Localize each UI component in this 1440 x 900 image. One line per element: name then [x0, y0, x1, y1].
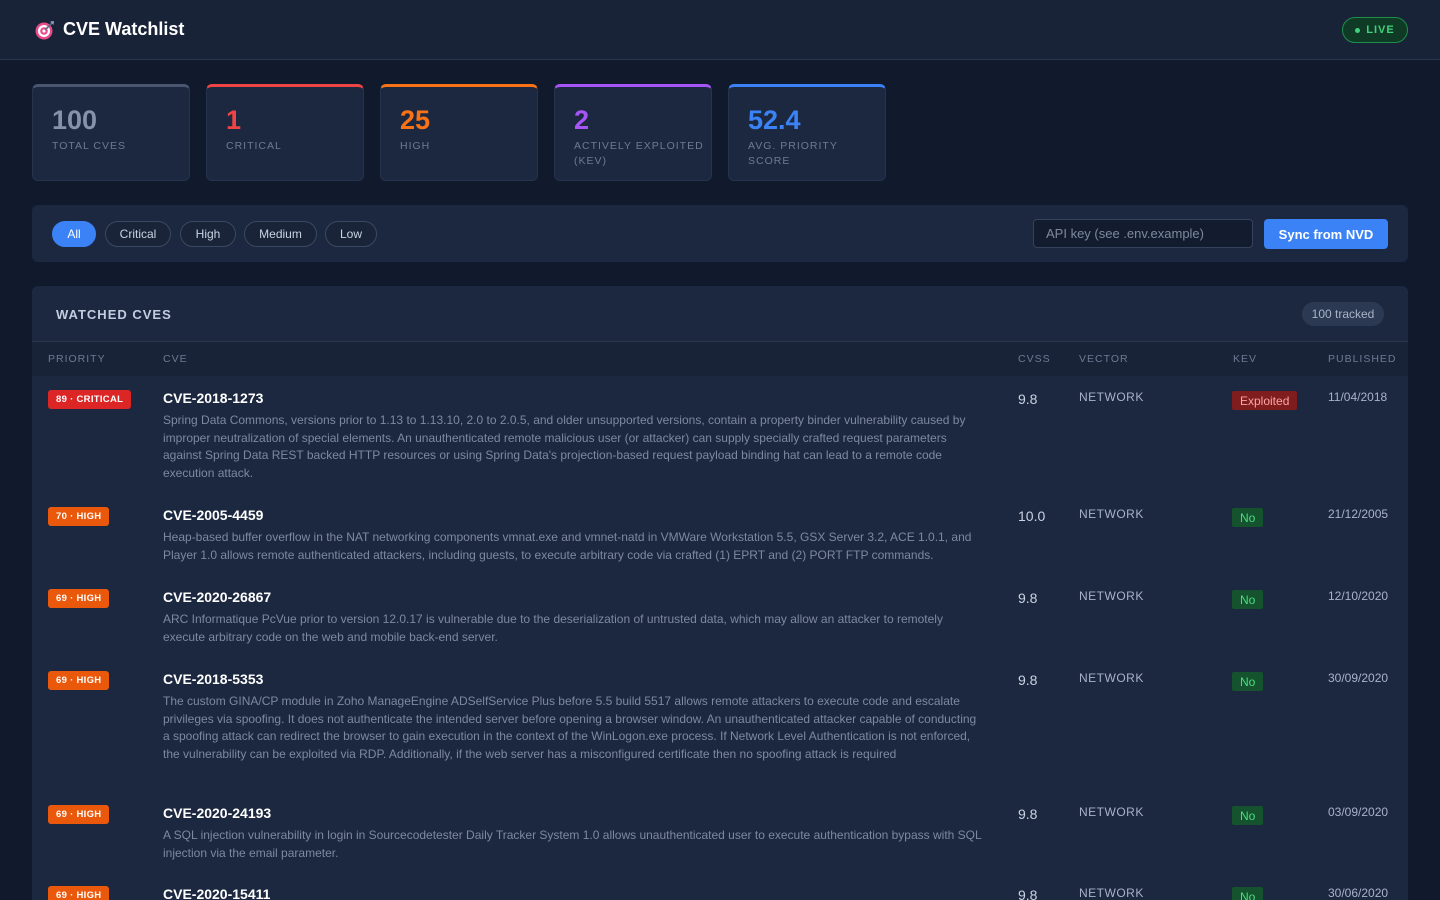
tracked-count-badge: 100 tracked — [1302, 302, 1384, 326]
priority-badge: 69 · HIGH — [48, 671, 110, 690]
cve-description: Spring Data Commons, versions prior to 1… — [163, 413, 966, 480]
kev-status-badge: No — [1232, 887, 1264, 900]
stat-value: 100 — [52, 105, 98, 135]
cvss-score: 9.8 — [1018, 391, 1038, 407]
attack-vector: NETWORK — [1079, 671, 1144, 685]
filter-pill-medium[interactable]: Medium — [244, 221, 317, 247]
live-label: LIVE — [1366, 24, 1395, 36]
attack-vector: NETWORK — [1079, 886, 1144, 900]
kev-status-badge: No — [1232, 806, 1264, 825]
kev-status-badge: No — [1232, 590, 1264, 609]
filter-pill-critical[interactable]: Critical — [105, 221, 171, 247]
stat-value: 52.4 — [748, 105, 801, 135]
cve-id-link[interactable]: CVE-2018-1273 — [163, 390, 263, 406]
app-title: CVE Watchlist — [63, 19, 185, 39]
api-key-input[interactable] — [1033, 219, 1253, 248]
priority-badge: 69 · HIGH — [48, 589, 110, 608]
column-header-cvss[interactable]: CVSS — [1018, 353, 1051, 365]
attack-vector: NETWORK — [1079, 507, 1144, 521]
column-header-cve[interactable]: CVE — [163, 353, 188, 365]
stat-card: 100 TOTAL CVES — [32, 84, 190, 181]
published-date: 30/06/2020 — [1328, 886, 1389, 900]
target-icon — [35, 21, 54, 40]
stat-label: ACTIVELY EXPLOITED (KEV) — [574, 140, 704, 167]
top-bar: CVE Watchlist LIVE — [0, 0, 1440, 60]
cve-id-link[interactable]: CVE-2020-24193 — [163, 805, 271, 821]
cve-id-link[interactable]: CVE-2020-26867 — [163, 589, 271, 605]
column-header-published[interactable]: PUBLISHED — [1328, 353, 1397, 365]
stat-label: AVG. PRIORITY SCORE — [748, 140, 838, 167]
panel-title: WATCHED CVES — [56, 307, 172, 322]
cve-id-link[interactable]: CVE-2018-5353 — [163, 671, 263, 687]
attack-vector: NETWORK — [1079, 805, 1144, 819]
kev-status-badge: No — [1232, 672, 1264, 691]
cve-id-link[interactable]: CVE-2020-15411 — [163, 886, 270, 900]
stat-label: CRITICAL — [226, 140, 282, 152]
stat-value: 2 — [574, 105, 590, 135]
cve-id-link[interactable]: CVE-2005-4459 — [163, 507, 263, 523]
stat-label: TOTAL CVES — [52, 140, 126, 152]
published-date: 21/12/2005 — [1328, 507, 1389, 521]
kev-status-badge: No — [1232, 508, 1264, 527]
filter-pill-high[interactable]: High — [180, 221, 236, 247]
kev-status-badge: Exploited — [1232, 391, 1298, 410]
stat-card: 2 ACTIVELY EXPLOITED (KEV) — [554, 84, 712, 181]
cve-description: ARC Informatique PcVue prior to version … — [163, 612, 943, 644]
cve-description: A SQL injection vulnerability in login i… — [163, 828, 982, 860]
sync-from-nvd-button[interactable]: Sync from NVD — [1264, 219, 1388, 249]
cve-description: Heap-based buffer overflow in the NAT ne… — [163, 530, 972, 562]
priority-badge: 69 · HIGH — [48, 805, 110, 824]
attack-vector: NETWORK — [1079, 390, 1144, 404]
stat-card: 25 HIGH — [380, 84, 538, 181]
cvss-score: 10.0 — [1018, 508, 1046, 524]
filter-pill-all[interactable]: All — [52, 221, 96, 247]
published-date: 11/04/2018 — [1328, 390, 1388, 404]
published-date: 12/10/2020 — [1328, 589, 1389, 603]
cvss-score: 9.8 — [1018, 672, 1038, 688]
cve-description: The custom GINA/CP module in Zoho Manage… — [163, 694, 977, 761]
filter-pill-low[interactable]: Low — [325, 221, 377, 247]
live-dot-icon — [1355, 27, 1361, 33]
cvss-score: 9.8 — [1018, 806, 1038, 822]
stat-card: 52.4 AVG. PRIORITY SCORE — [728, 84, 886, 181]
published-date: 30/09/2020 — [1328, 671, 1389, 685]
priority-badge: 70 · HIGH — [48, 507, 110, 526]
cvss-score: 9.8 — [1018, 887, 1038, 900]
stat-value: 25 — [400, 105, 431, 135]
cvss-score: 9.8 — [1018, 590, 1038, 606]
column-header-vector[interactable]: VECTOR — [1079, 353, 1129, 365]
published-date: 03/09/2020 — [1328, 805, 1389, 819]
stat-value: 1 — [226, 105, 242, 135]
table-header: PRIORITY CVE CVSS VECTOR KEV PUBLISHED — [32, 342, 1408, 376]
stat-label: HIGH — [400, 140, 431, 152]
filter-bar: All Critical High Medium Low Sync from NVD — [32, 205, 1408, 262]
column-header-kev[interactable]: KEV — [1233, 353, 1257, 365]
column-header-priority[interactable]: PRIORITY — [48, 353, 106, 365]
stat-card: 1 CRITICAL — [206, 84, 364, 181]
priority-badge: 69 · HIGH — [48, 886, 110, 900]
watched-cves-panel: WATCHED CVES 100 tracked PRIORITY CVE CV… — [32, 286, 1408, 900]
attack-vector: NETWORK — [1079, 589, 1144, 603]
live-status-badge: LIVE — [1342, 17, 1408, 43]
priority-badge: 89 · CRITICAL — [48, 390, 132, 409]
